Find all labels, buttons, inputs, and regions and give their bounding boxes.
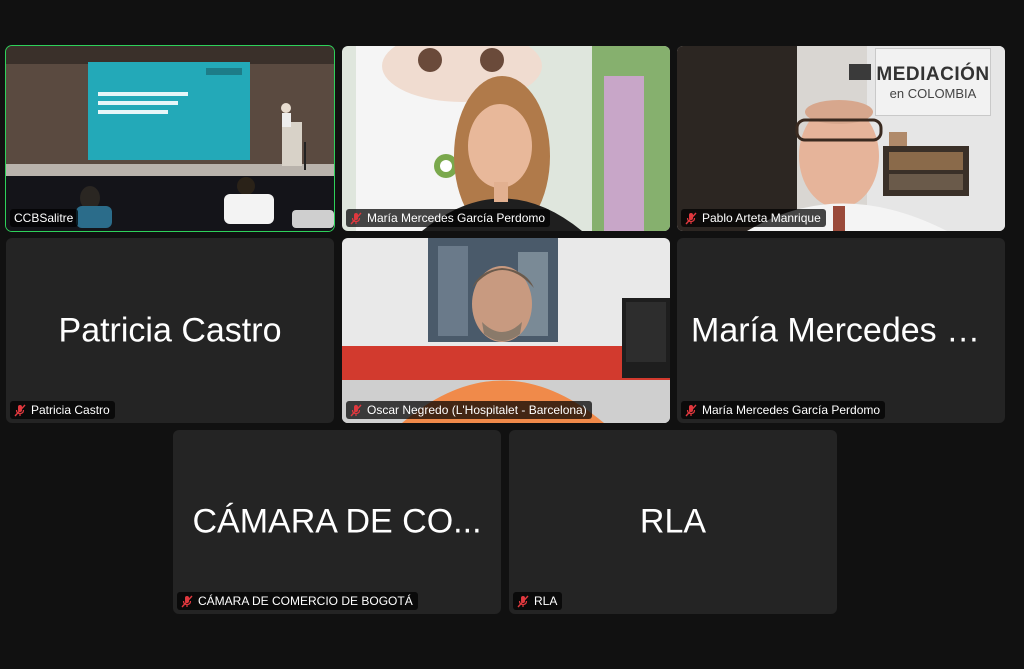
participant-name-tag: Patricia Castro (10, 401, 115, 419)
participant-display-name: CÁMARA DE CO... (192, 502, 482, 541)
microphone-muted-icon (350, 404, 362, 416)
participant-name: Patricia Castro (31, 403, 110, 417)
microphone-muted-icon (181, 595, 193, 607)
banner-subtitle: en COLOMBIA (889, 85, 977, 101)
participant-name: María Mercedes García Perdomo (702, 403, 881, 417)
microphone-muted-icon (14, 404, 26, 416)
microphone-muted-icon (685, 212, 697, 224)
participant-name-tag: Oscar Negredo (L'Hospitalet - Barcelona) (346, 401, 592, 419)
participant-name: Oscar Negredo (L'Hospitalet - Barcelona) (367, 403, 587, 417)
video-tile-maria-mercedes-2[interactable]: María Mercedes G... María Mercedes Garcí… (677, 238, 1005, 423)
video-tile-pablo-arteta[interactable]: MEDIACIÓN en COLOMBIA Pablo Arteta Manri… (677, 46, 1005, 231)
participant-name-tag: María Mercedes García Perdomo (681, 401, 886, 419)
participant-name-tag: CÁMARA DE COMERCIO DE BOGOTÁ (177, 592, 418, 610)
video-tile-camara-de-comercio[interactable]: CÁMARA DE CO... CÁMARA DE COMERCIO DE BO… (173, 430, 501, 614)
participant-video (342, 46, 670, 231)
video-tile-rla[interactable]: RLA RLA (509, 430, 837, 614)
participant-name-tag: María Mercedes García Perdomo (346, 209, 551, 227)
microphone-muted-icon (517, 595, 529, 607)
participant-name: RLA (534, 594, 558, 608)
video-tile-oscar-negredo[interactable]: Oscar Negredo (L'Hospitalet - Barcelona) (342, 238, 670, 423)
conference-hall-video (6, 46, 334, 231)
participant-name: CÁMARA DE COMERCIO DE BOGOTÁ (198, 594, 413, 608)
participant-name-tag: Pablo Arteta Manrique (681, 209, 826, 227)
mediacion-banner: MEDIACIÓN en COLOMBIA (875, 48, 991, 116)
banner-title: MEDIACIÓN (876, 63, 990, 85)
microphone-muted-icon (350, 212, 362, 224)
participant-name: CCBSalitre (14, 211, 74, 225)
video-tile-patricia-castro[interactable]: Patricia Castro Patricia Castro (6, 238, 334, 423)
participant-display-name: Patricia Castro (58, 311, 282, 349)
participant-name: María Mercedes García Perdomo (367, 211, 546, 225)
microphone-muted-icon (685, 404, 697, 416)
participant-name-tag: CCBSalitre (10, 209, 79, 227)
participant-name-tag: RLA (513, 592, 563, 610)
participant-display-name: María Mercedes G... (691, 311, 1001, 349)
video-tile-maria-mercedes[interactable]: María Mercedes García Perdomo (342, 46, 670, 231)
participant-display-name: RLA (639, 502, 707, 541)
participant-name: Pablo Arteta Manrique (702, 211, 821, 225)
video-tile-ccbsalitre[interactable]: CCBSalitre (5, 45, 335, 232)
participant-video (342, 238, 670, 423)
